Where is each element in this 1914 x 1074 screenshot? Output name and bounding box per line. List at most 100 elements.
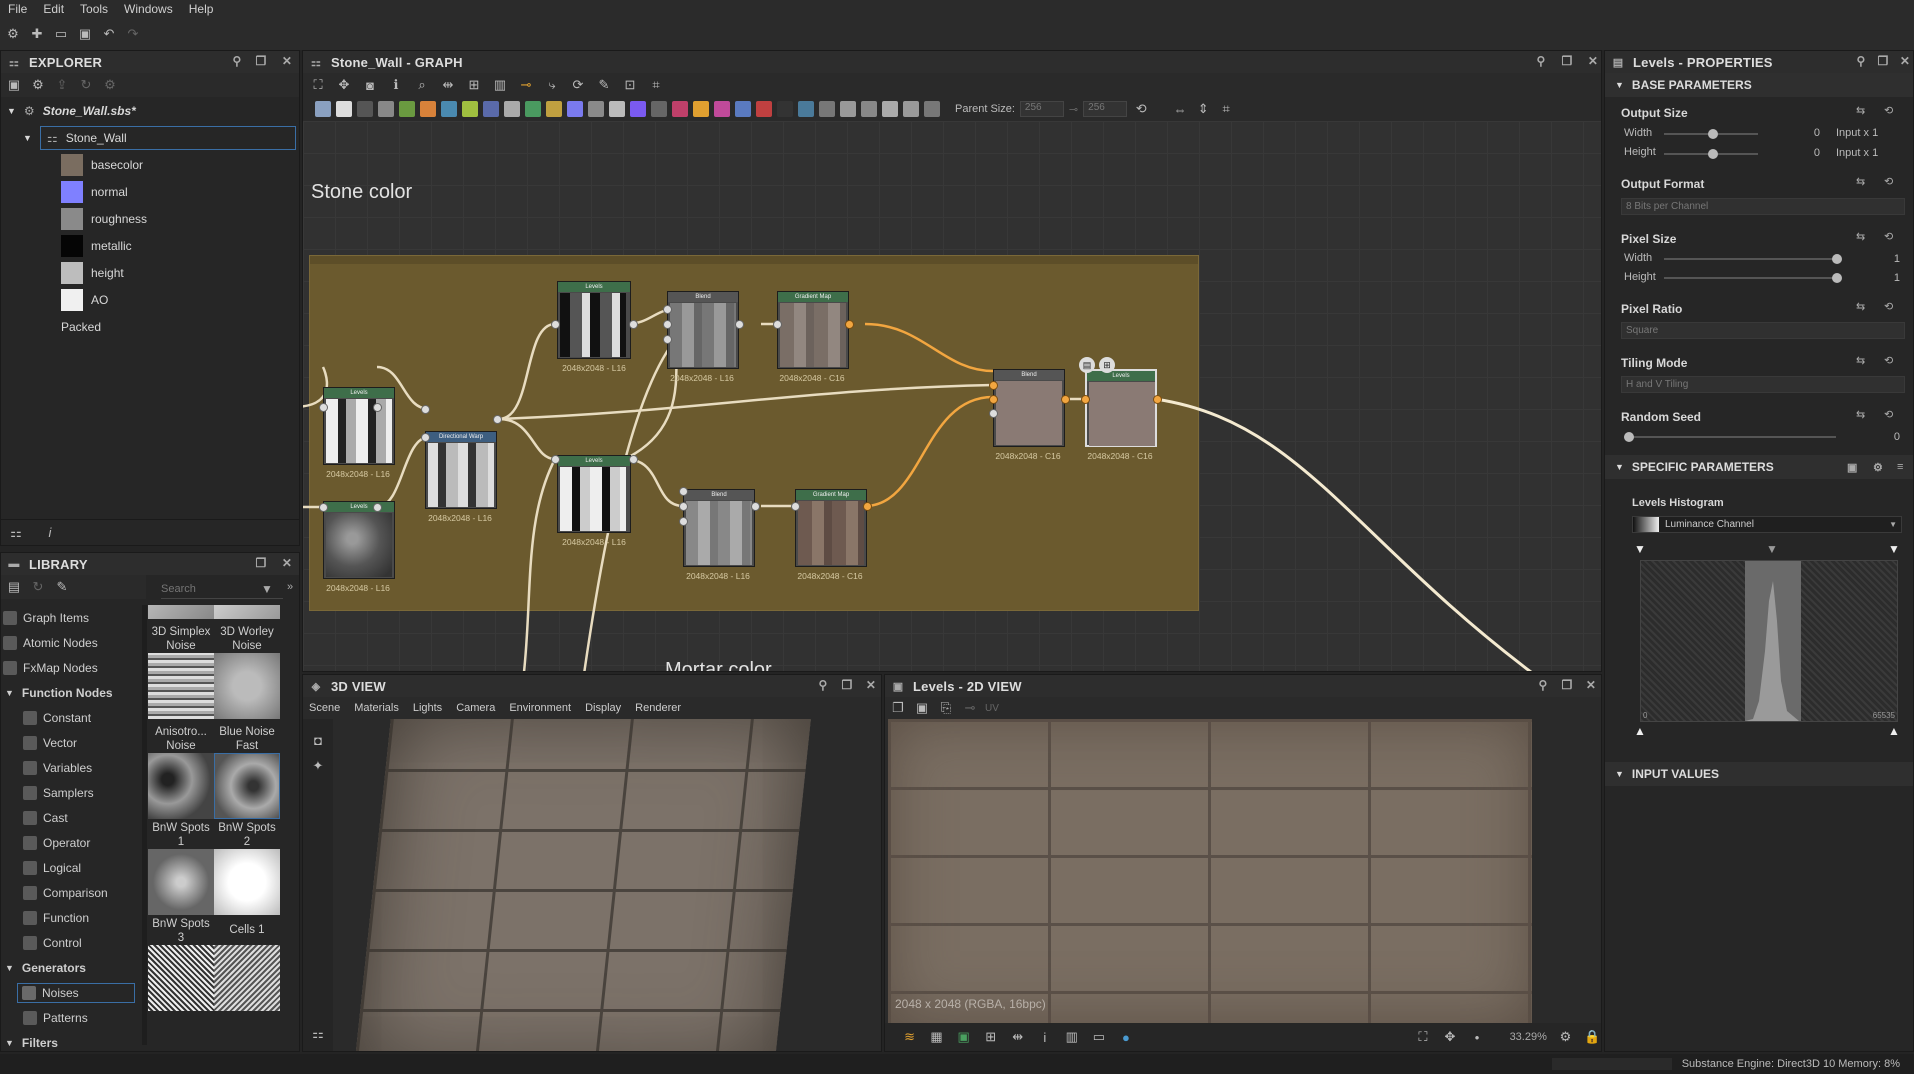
menu-display[interactable]: Display: [585, 702, 621, 714]
random-seed-slider[interactable]: [1624, 432, 1836, 442]
preset-icon[interactable]: ▣: [1847, 461, 1857, 474]
save-image-icon[interactable]: ▣: [913, 699, 931, 717]
output-high-handle[interactable]: ▲: [1888, 724, 1900, 738]
input-port[interactable]: [773, 320, 782, 329]
atomic-sharpen-icon[interactable]: [609, 101, 625, 117]
output-port[interactable]: [1153, 395, 1162, 404]
atomic-fx-icon[interactable]: [693, 101, 709, 117]
more-icon[interactable]: ≡: [1897, 461, 1903, 473]
redo-icon[interactable]: ↷: [124, 25, 142, 43]
close-icon[interactable]: ✕: [1583, 678, 1599, 692]
chevron-down-icon[interactable]: ▼: [1889, 520, 1897, 529]
specific-parameters-section[interactable]: ▼ SPECIFIC PARAMETERS ▣ ⚙ ≡: [1605, 455, 1913, 479]
hierarchy-icon[interactable]: ⚏: [309, 1025, 327, 1043]
input-port[interactable]: [989, 381, 998, 390]
reset-icon[interactable]: ⟲: [1884, 104, 1893, 117]
reset-icon[interactable]: ⟲: [1884, 354, 1893, 367]
float-icon[interactable]: ❐: [1559, 54, 1575, 68]
lock-icon[interactable]: 🔒: [1584, 1028, 1601, 1046]
output-width-value[interactable]: 0: [1800, 127, 1820, 139]
copy-icon[interactable]: ❐: [889, 699, 907, 717]
function-item[interactable]: Comparison: [1, 880, 141, 905]
library-view-icon[interactable]: ▤: [5, 578, 23, 596]
tiling-v-icon[interactable]: ⇕: [1194, 100, 1212, 118]
category-atomic-nodes[interactable]: Atomic Nodes: [1, 630, 141, 655]
output-width-slider[interactable]: [1664, 129, 1758, 139]
connect-icon[interactable]: ⤷: [543, 76, 561, 94]
view-icon[interactable]: ⊡: [621, 76, 639, 94]
slider-knob[interactable]: [1832, 273, 1842, 283]
atomic-hsl-icon[interactable]: [462, 101, 478, 117]
export-icon[interactable]: ⎘: [937, 699, 955, 717]
distribute-icon[interactable]: ▥: [491, 76, 509, 94]
view3d-viewport[interactable]: [333, 719, 881, 1051]
node-blend-final[interactable]: Blend: [993, 369, 1065, 447]
frame-all-icon[interactable]: ⛶: [309, 76, 327, 94]
inherit-icon[interactable]: ⇆: [1856, 104, 1865, 117]
pan-icon[interactable]: ✥: [1441, 1028, 1458, 1046]
slider-knob[interactable]: [1708, 149, 1718, 159]
color-icon[interactable]: ●: [1117, 1028, 1134, 1046]
output-port[interactable]: [373, 403, 382, 412]
save-icon[interactable]: ▣: [76, 25, 94, 43]
thumb-bnw-spots-1[interactable]: [148, 753, 214, 819]
input-port[interactable]: [663, 305, 672, 314]
node-levels-top[interactable]: Levels: [557, 281, 631, 359]
histogram-icon[interactable]: ▥: [1063, 1028, 1080, 1046]
atomic-frame-icon[interactable]: [735, 101, 751, 117]
atomic-pixel-icon[interactable]: [756, 101, 772, 117]
inherit-icon[interactable]: ⇆: [1856, 300, 1865, 313]
output-low-handle[interactable]: ▲: [1634, 724, 1646, 738]
node-levels-left-2[interactable]: Levels: [323, 501, 395, 579]
thumb-cells-1[interactable]: [214, 849, 280, 915]
collapse-arrow-icon[interactable]: ▼: [1615, 80, 1624, 90]
function-item[interactable]: Samplers: [1, 780, 141, 805]
pan-icon[interactable]: ✥: [335, 76, 353, 94]
thumb-bnw-spots-3[interactable]: [148, 849, 214, 915]
new-graph-icon[interactable]: ✚: [28, 25, 46, 43]
output-height-slider[interactable]: [1664, 149, 1758, 159]
menu-lights[interactable]: Lights: [413, 702, 442, 714]
monitor-icon[interactable]: ▭: [1090, 1028, 1107, 1046]
collapse-arrow-icon[interactable]: ▼: [23, 133, 32, 143]
output-port[interactable]: [845, 320, 854, 329]
close-icon[interactable]: ✕: [1897, 54, 1913, 68]
input-port[interactable]: [551, 320, 560, 329]
input-port[interactable]: [421, 433, 430, 442]
node-levels-mid[interactable]: Levels: [557, 455, 631, 533]
category-filters[interactable]: ▼ Filters: [1, 1030, 141, 1051]
input-port[interactable]: [421, 405, 430, 414]
checker-icon[interactable]: ▦: [928, 1028, 945, 1046]
atomic-gradient-icon[interactable]: [441, 101, 457, 117]
size-select-2[interactable]: 256: [1083, 101, 1128, 117]
random-seed-value[interactable]: 0: [1880, 431, 1900, 443]
hierarchy-icon[interactable]: ⚏: [7, 524, 25, 542]
atomic-curve-icon[interactable]: [399, 101, 415, 117]
function-item[interactable]: Function: [1, 905, 141, 930]
output-row[interactable]: normal: [1, 178, 299, 205]
link-icon[interactable]: ⊸: [517, 76, 535, 94]
info-icon[interactable]: i: [1036, 1028, 1053, 1046]
close-icon[interactable]: ✕: [1585, 54, 1601, 68]
new-package-icon[interactable]: ⚙: [4, 25, 22, 43]
menu-windows[interactable]: Windows: [116, 2, 181, 16]
pixel-height-value[interactable]: 1: [1880, 272, 1900, 284]
input-port[interactable]: [679, 487, 688, 496]
category-function-nodes[interactable]: ▼ Function Nodes: [1, 680, 141, 705]
menu-renderer[interactable]: Renderer: [635, 702, 681, 714]
save-package-icon[interactable]: ▣: [5, 76, 23, 94]
link-size-icon[interactable]: ⊸: [1069, 103, 1078, 116]
output-row[interactable]: roughness: [1, 205, 299, 232]
reset-size-icon[interactable]: ⟲: [1132, 100, 1150, 118]
category-fxmap-nodes[interactable]: FxMap Nodes: [1, 655, 141, 680]
graph-edit-icon[interactable]: ⚙: [1873, 461, 1883, 474]
input-port[interactable]: [1081, 395, 1090, 404]
edit-icon[interactable]: ✎: [53, 578, 71, 596]
generator-item-noises[interactable]: Noises: [1, 980, 141, 1005]
collapse-arrow-icon[interactable]: ▼: [5, 963, 14, 973]
library-search-input[interactable]: [161, 582, 261, 595]
output-row[interactable]: height: [1, 259, 299, 286]
graph-row[interactable]: ▼ ⚏ Stone_Wall: [1, 124, 299, 151]
slider-knob[interactable]: [1624, 432, 1634, 442]
packed-row[interactable]: Packed: [1, 313, 299, 340]
